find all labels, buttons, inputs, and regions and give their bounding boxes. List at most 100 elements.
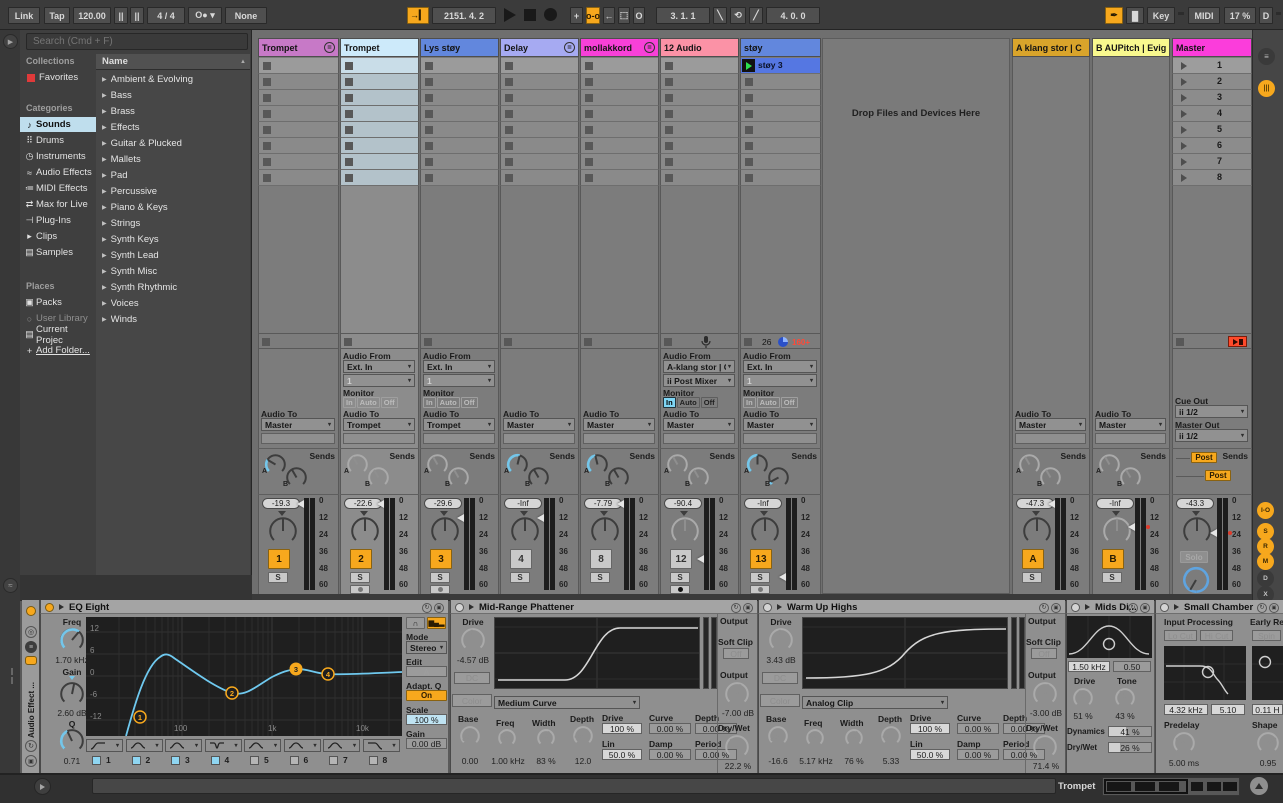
od-dynamics-slider[interactable]: 41 % — [1108, 726, 1152, 737]
rack-save-icon[interactable]: ▣ — [25, 755, 37, 767]
cpu-meter[interactable]: 17 % — [1224, 7, 1256, 24]
solo-button[interactable]: S — [430, 572, 450, 583]
ws-depth-knob[interactable] — [880, 725, 902, 747]
volume-fader-handle[interactable] — [457, 514, 464, 522]
audio-to-select[interactable]: Master▾ — [1095, 418, 1166, 431]
audition-headphone-icon[interactable]: ∩ — [406, 617, 425, 629]
track-activator-button[interactable]: 1 — [268, 549, 290, 569]
clip-stop-button[interactable] — [584, 338, 592, 346]
clip-stop-button[interactable] — [425, 126, 433, 134]
drop-zone[interactable] — [822, 38, 1010, 594]
clip-slot[interactable] — [340, 74, 419, 90]
od-tone-knob[interactable] — [1114, 687, 1136, 709]
tap-button[interactable]: Tap — [44, 7, 70, 24]
send-a-knob[interactable] — [586, 453, 609, 476]
track-activator-button[interactable]: 3 — [430, 549, 452, 569]
volume-fader-handle[interactable] — [1048, 500, 1055, 508]
clip-stop-button[interactable] — [425, 62, 433, 70]
browser-collapse-icon[interactable]: ▶ — [3, 34, 18, 49]
audio-to-select[interactable]: Master▾ — [503, 418, 575, 431]
solo-button[interactable]: S — [350, 572, 370, 583]
clip-slot[interactable] — [420, 106, 499, 122]
clip-stop-button[interactable] — [585, 174, 593, 182]
drive-knob[interactable] — [768, 627, 794, 653]
output-knob[interactable] — [1032, 681, 1058, 707]
band-enable-checkbox[interactable] — [92, 756, 101, 765]
clip-slot[interactable] — [580, 154, 659, 170]
clip-slot[interactable] — [660, 154, 739, 170]
sidebar-item-midi-effects[interactable]: ≔MIDI Effects — [20, 181, 96, 196]
device-title[interactable]: EQ Eight — [69, 602, 109, 613]
clip-slot[interactable] — [660, 58, 739, 74]
volume-value[interactable]: -Inf — [504, 498, 542, 509]
volume-value[interactable]: -29.6 — [424, 498, 462, 509]
volume-fader-handle[interactable] — [697, 555, 704, 563]
preview-cue-volume-knob[interactable] — [1182, 566, 1210, 594]
list-item-folder[interactable]: ▶Synth Lead — [96, 247, 250, 263]
device-title[interactable]: Small Chamber — [1184, 602, 1253, 613]
ws-width-knob[interactable] — [536, 728, 556, 748]
scene-play-icon[interactable] — [1181, 110, 1187, 118]
list-item-folder[interactable]: ▶Strings — [96, 215, 250, 231]
band-shape-select[interactable]: ▾ — [165, 739, 202, 752]
od-tone-value[interactable]: 43 % — [1110, 711, 1140, 721]
rack-hotswap-icon[interactable]: ↻ — [25, 740, 37, 752]
clip-slot[interactable] — [660, 106, 739, 122]
sidebar-item-drums[interactable]: ⠿Drums — [20, 133, 96, 148]
master-out-select[interactable]: ii 1/2▾ — [1175, 429, 1248, 442]
volume-fader-handle[interactable] — [377, 500, 384, 508]
clip-stop-button[interactable] — [263, 142, 271, 150]
disk-overload-indicator[interactable]: D — [1259, 7, 1273, 24]
bandpass-display[interactable] — [1067, 616, 1152, 658]
clip-stop-button[interactable] — [345, 174, 353, 182]
audio-to-select[interactable]: Master▾ — [663, 418, 735, 431]
od-drive-value[interactable]: 51 % — [1068, 711, 1098, 721]
softclip-button[interactable]: Off — [723, 648, 749, 659]
search-input[interactable] — [26, 33, 248, 50]
track-activator-button[interactable]: 8 — [590, 549, 612, 569]
scene-play-icon[interactable] — [1181, 142, 1187, 150]
loop-start-field[interactable]: 3. 1. 1 — [656, 7, 710, 24]
midi-map-button[interactable]: MIDI — [1188, 7, 1220, 24]
clip-slot[interactable] — [500, 90, 579, 106]
clip-slot[interactable] — [740, 90, 821, 106]
wave-view-icon[interactable]: ≈ — [3, 578, 18, 593]
track-activator-button[interactable]: 4 — [510, 549, 532, 569]
mixer-toggle-m[interactable]: M — [1257, 553, 1274, 570]
drywet-value[interactable]: 71.4 % — [1024, 761, 1068, 771]
monitor-in-button[interactable]: In — [743, 397, 756, 408]
clip-slot[interactable] — [420, 58, 499, 74]
list-item-folder[interactable]: ▶Winds — [96, 311, 250, 327]
clip-slot[interactable] — [420, 138, 499, 154]
scene-play-icon[interactable] — [1181, 126, 1187, 134]
clip-stop-button[interactable] — [345, 62, 353, 70]
od-drywet-slider[interactable]: 26 % — [1108, 742, 1152, 753]
hicut-button[interactable]: Hi Cut — [1200, 630, 1233, 641]
list-item-folder[interactable]: ▶Guitar & Plucked — [96, 135, 250, 151]
clip-slot[interactable] — [660, 122, 739, 138]
clip-slot[interactable] — [420, 170, 499, 186]
clip-stop-button[interactable] — [585, 94, 593, 102]
track-header-return-B[interactable]: B AUPitch | Evig — [1092, 38, 1170, 57]
volume-fader-handle[interactable] — [779, 573, 786, 581]
device-fold-icon[interactable] — [1174, 604, 1179, 610]
back-to-arrangement-button[interactable]: ← — [603, 7, 615, 24]
q-knob[interactable] — [59, 728, 85, 754]
volume-value[interactable]: -43.3 — [1176, 498, 1214, 509]
stop-all-clips-button[interactable] — [1228, 336, 1247, 347]
clip-stop-button[interactable] — [425, 78, 433, 86]
clip-stop-button[interactable] — [745, 142, 753, 150]
monitor-off-button[interactable]: Off — [381, 397, 398, 408]
dc-button[interactable]: DC — [454, 672, 490, 684]
clip-stop-button[interactable] — [745, 78, 753, 86]
list-item-folder[interactable]: ▶Voices — [96, 295, 250, 311]
spin-display[interactable] — [1252, 646, 1283, 700]
clip-slot[interactable] — [500, 74, 579, 90]
list-item-folder[interactable]: ▶Effects — [96, 119, 250, 135]
clip-slot[interactable] — [500, 170, 579, 186]
clip-slot[interactable] — [340, 106, 419, 122]
clip-stop-button[interactable] — [345, 142, 353, 150]
rack-chain-icon[interactable]: ≡ — [25, 641, 37, 653]
solo-button[interactable]: S — [1022, 572, 1042, 583]
clip-stop-button[interactable] — [585, 126, 593, 134]
